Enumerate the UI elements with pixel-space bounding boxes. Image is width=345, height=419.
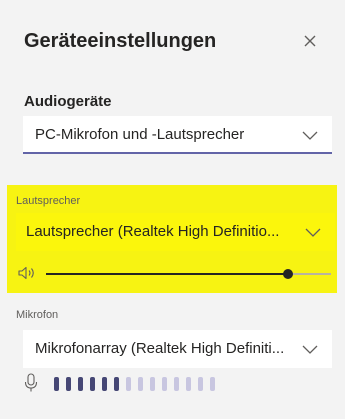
speaker-volume-slider[interactable]: [46, 269, 331, 279]
device-settings-panel: Geräteeinstellungen Audiogeräte PC-Mikro…: [0, 0, 345, 419]
dialog-header: Geräteeinstellungen: [24, 26, 329, 56]
mic-level-bar: [138, 377, 143, 391]
audio-devices-heading: Audiogeräte: [24, 93, 112, 110]
chevron-down-icon: [302, 342, 318, 354]
chevron-down-icon: [305, 225, 321, 237]
audio-device-dropdown[interactable]: PC-Mikrofon und -Lautsprecher: [23, 116, 332, 154]
mic-level-bar: [90, 377, 95, 391]
chevron-down-icon: [302, 128, 318, 140]
mic-level-bar: [186, 377, 191, 391]
mic-level-bar: [114, 377, 119, 391]
audio-device-value: PC-Mikrofon und -Lautsprecher: [35, 126, 245, 143]
microphone-device-value: Mikrofonarray (Realtek High Definiti...: [35, 340, 285, 357]
mic-level-bar: [66, 377, 71, 391]
microphone-device-dropdown[interactable]: Mikrofonarray (Realtek High Definiti...: [23, 330, 332, 368]
microphone-level-meter: [54, 377, 215, 391]
mic-level-bar: [54, 377, 59, 391]
mic-level-bar: [150, 377, 155, 391]
speaker-device-value: Lautsprecher (Realtek High Definitio...: [26, 223, 280, 240]
mic-level-bar: [198, 377, 203, 391]
speaker-device-dropdown[interactable]: Lautsprecher (Realtek High Definitio...: [16, 213, 335, 251]
mic-level-bar: [78, 377, 83, 391]
mic-level-bar: [174, 377, 179, 391]
mic-level-bar: [210, 377, 215, 391]
microphone-icon: [24, 373, 38, 393]
close-icon[interactable]: [301, 32, 319, 50]
speaker-label: Lautsprecher: [16, 195, 81, 207]
volume-fill: [46, 273, 289, 275]
mic-level-bar: [162, 377, 167, 391]
mic-level-bar: [126, 377, 131, 391]
dialog-title: Geräteeinstellungen: [24, 30, 217, 52]
speaker-volume-icon: [18, 266, 36, 280]
microphone-label: Mikrofon: [16, 309, 59, 321]
mic-level-bar: [102, 377, 107, 391]
